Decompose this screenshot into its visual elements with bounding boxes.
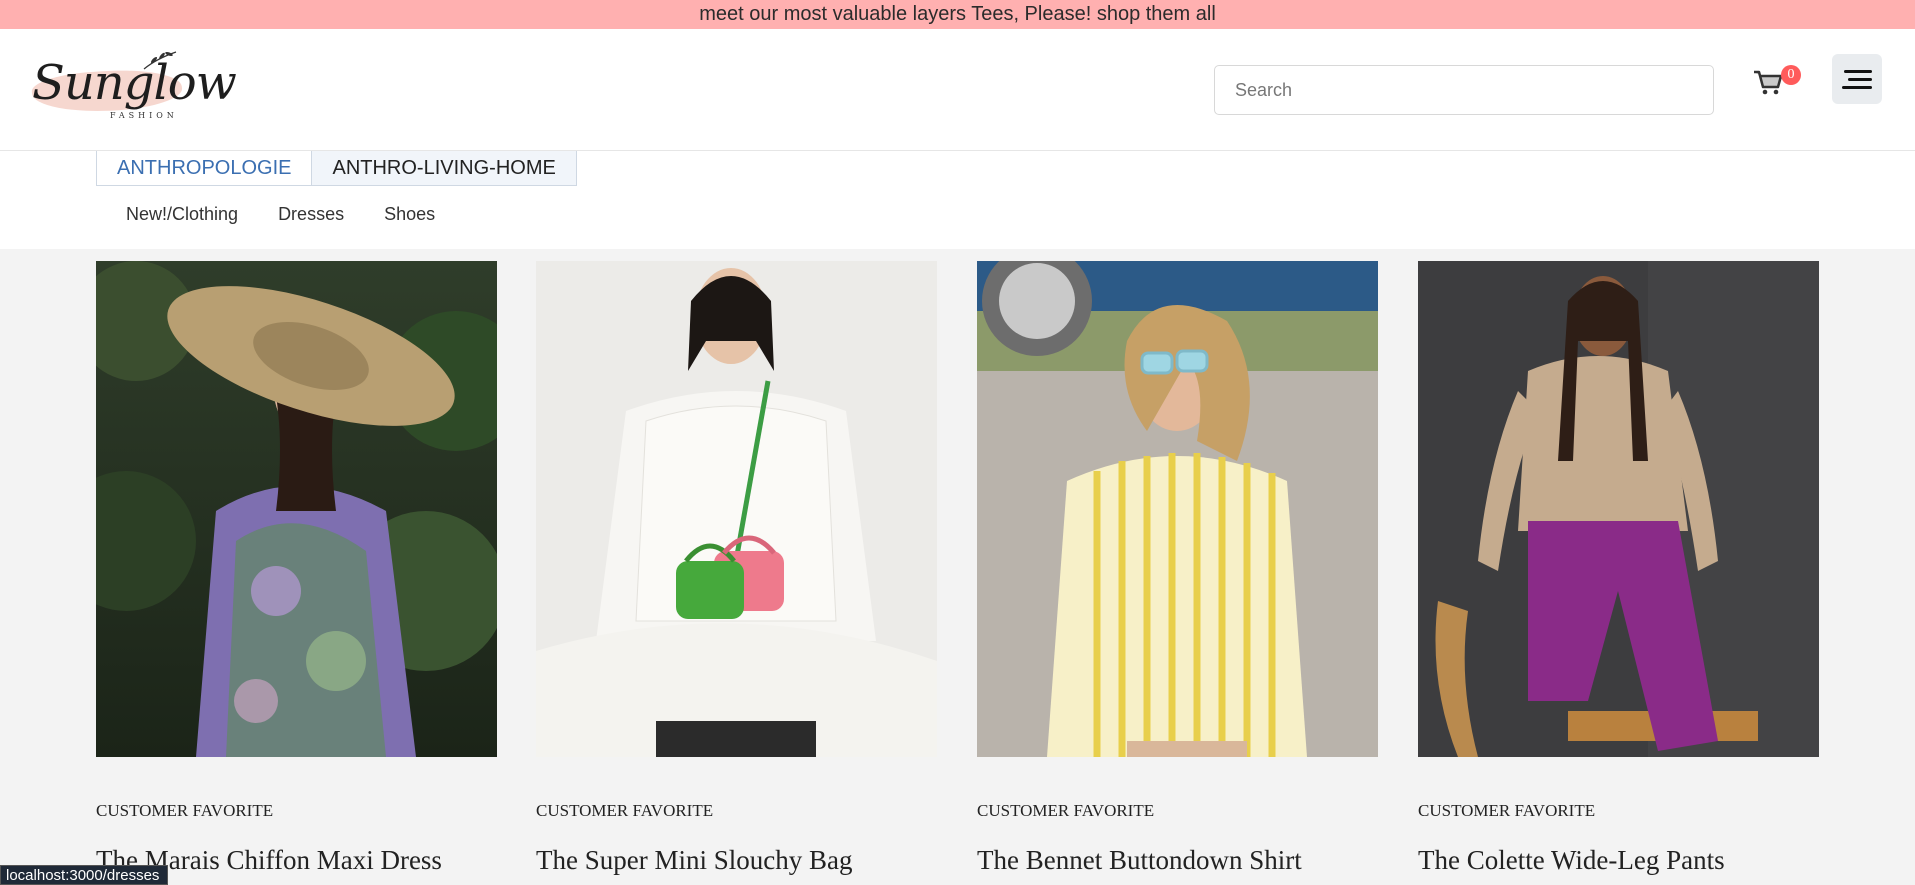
- product-image[interactable]: [1418, 261, 1819, 757]
- product-badge: CUSTOMER FAVORITE: [96, 801, 274, 820]
- product-badge: CUSTOMER FAVORITE: [1418, 801, 1596, 820]
- product-image[interactable]: [536, 261, 937, 757]
- subnav-new-clothing[interactable]: New!/Clothing: [126, 204, 238, 225]
- product-title[interactable]: The Colette Wide-Leg Pants: [1418, 845, 1725, 876]
- browser-status-url: localhost:3000/dresses: [0, 865, 169, 885]
- product-image[interactable]: [96, 261, 497, 757]
- product-badge: CUSTOMER FAVORITE: [977, 801, 1155, 820]
- site-header: Sunglow FASHION 0: [0, 29, 1915, 151]
- product-title[interactable]: The Super Mini Slouchy Bag: [536, 845, 852, 876]
- cart-count-badge: 0: [1781, 65, 1801, 85]
- search-input[interactable]: [1214, 65, 1714, 115]
- logo-subtitle: FASHION: [110, 111, 178, 120]
- promo-banner: meet our most valuable layers Tees, Plea…: [0, 0, 1915, 29]
- sunglow-logo[interactable]: Sunglow FASHION: [28, 47, 237, 133]
- store-tabs: ANTHROPOLOGIE ANTHRO-LIVING-HOME: [96, 151, 577, 186]
- hamburger-line: [1848, 78, 1872, 81]
- product-title[interactable]: The Bennet Buttondown Shirt: [977, 845, 1302, 876]
- subnav-dresses[interactable]: Dresses: [278, 204, 344, 225]
- logo-script-text: Sunglow: [32, 55, 237, 111]
- subnav-shoes[interactable]: Shoes: [384, 204, 435, 225]
- menu-button[interactable]: [1832, 54, 1882, 104]
- hamburger-line: [1842, 86, 1872, 89]
- product-card[interactable]: CUSTOMER FAVORITE The Colette Wide-Leg P…: [1418, 261, 1819, 875]
- hamburger-line: [1844, 70, 1872, 73]
- category-navigation: ANTHROPOLOGIE ANTHRO-LIVING-HOME New!/Cl…: [0, 151, 1915, 249]
- product-card[interactable]: CUSTOMER FAVORITE The Marais Chiffon Max…: [96, 261, 497, 875]
- tab-anthro-living-home[interactable]: ANTHRO-LIVING-HOME: [312, 151, 577, 186]
- product-card[interactable]: CUSTOMER FAVORITE The Bennet Buttondown …: [977, 261, 1378, 875]
- product-image[interactable]: [977, 261, 1378, 757]
- shopping-cart-icon: [1754, 70, 1783, 95]
- tab-anthropologie[interactable]: ANTHROPOLOGIE: [96, 151, 313, 186]
- cart-button[interactable]: 0: [1749, 60, 1805, 104]
- subcategory-nav: New!/Clothing Dresses Shoes: [126, 204, 475, 225]
- product-badge: CUSTOMER FAVORITE: [536, 801, 714, 820]
- product-card[interactable]: CUSTOMER FAVORITE The Super Mini Slouchy…: [536, 261, 937, 875]
